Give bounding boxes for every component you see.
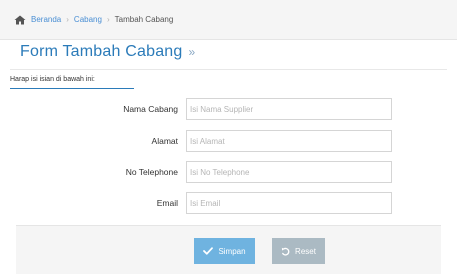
- nama-cabang-input[interactable]: [186, 98, 392, 120]
- reset-button-label: Reset: [295, 246, 316, 256]
- alamat-label: Alamat: [151, 136, 178, 146]
- save-button[interactable]: Simpan: [194, 238, 255, 264]
- check-icon: [203, 247, 214, 255]
- title-divider: [10, 69, 447, 70]
- nama-cabang-label: Nama Cabang: [123, 104, 178, 114]
- breadcrumb-separator: ›: [106, 15, 110, 24]
- page-title: Form Tambah Cabang »: [20, 43, 195, 61]
- email-label: Email: [156, 198, 178, 208]
- form-instruction: Harap isi isian di bawah ini:: [10, 76, 95, 83]
- breadcrumb-section-link[interactable]: Cabang: [74, 15, 102, 24]
- form-row-email: Email: [0, 192, 457, 214]
- home-icon[interactable]: [14, 15, 26, 25]
- reset-button[interactable]: Reset: [272, 238, 325, 264]
- double-chevron-icon: »: [188, 45, 196, 59]
- form-actions-bar: Simpan Reset: [16, 225, 441, 274]
- undo-icon: [281, 247, 290, 256]
- email-input[interactable]: [186, 192, 392, 214]
- breadcrumb: Beranda › Cabang › Tambah Cabang: [0, 0, 457, 40]
- no-telephone-input[interactable]: [186, 161, 392, 183]
- alamat-input[interactable]: [186, 130, 392, 152]
- breadcrumb-current: Tambah Cabang: [114, 15, 174, 24]
- form-row-no-telephone: No Telephone: [0, 161, 457, 183]
- instruction-underline: [10, 88, 134, 89]
- page-title-text: Form Tambah Cabang: [20, 43, 183, 60]
- form-row-nama-cabang: Nama Cabang: [0, 98, 457, 120]
- save-button-label: Simpan: [218, 246, 246, 256]
- form-row-alamat: Alamat: [0, 130, 457, 152]
- breadcrumb-separator: ›: [66, 15, 69, 24]
- no-telephone-label: No Telephone: [125, 167, 178, 177]
- breadcrumb-home-link[interactable]: Beranda: [31, 15, 61, 24]
